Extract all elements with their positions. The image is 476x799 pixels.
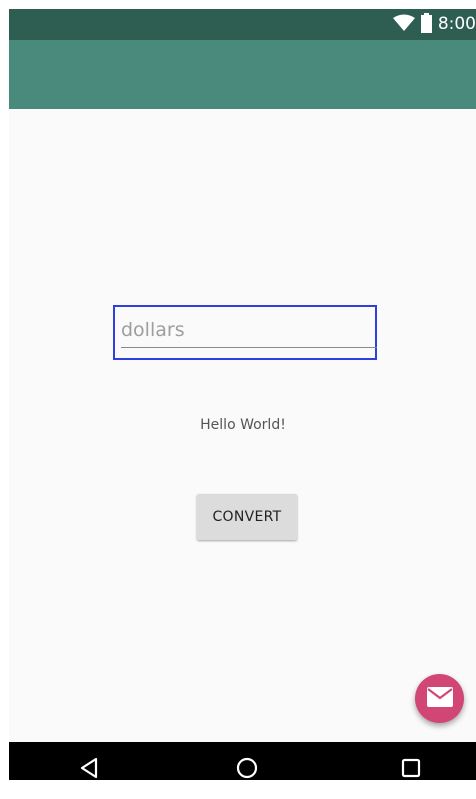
status-clock: 8:00: [437, 14, 476, 34]
status-icons: 8:00: [392, 9, 476, 40]
back-button[interactable]: [75, 756, 103, 780]
hello-text: Hello World!: [200, 417, 286, 433]
navigation-bar: [9, 742, 476, 780]
wifi-icon: [392, 14, 415, 36]
battery-icon: [420, 12, 432, 37]
recents-button[interactable]: [397, 756, 425, 780]
phone-screen: 8:00 Hello World! CONVERT: [9, 9, 476, 780]
mail-fab[interactable]: [415, 674, 464, 723]
back-icon: [79, 757, 99, 780]
main-content: Hello World! CONVERT: [9, 109, 476, 742]
status-bar: 8:00: [9, 9, 476, 40]
dollars-input[interactable]: [121, 313, 375, 347]
input-underline: [121, 347, 377, 348]
home-icon: [235, 756, 259, 780]
recents-icon: [401, 758, 421, 780]
app-bar: [9, 40, 476, 109]
dollars-field-focus-box[interactable]: [113, 305, 377, 360]
convert-button[interactable]: CONVERT: [197, 494, 297, 540]
home-button[interactable]: [233, 756, 261, 780]
mail-icon: [426, 686, 453, 711]
